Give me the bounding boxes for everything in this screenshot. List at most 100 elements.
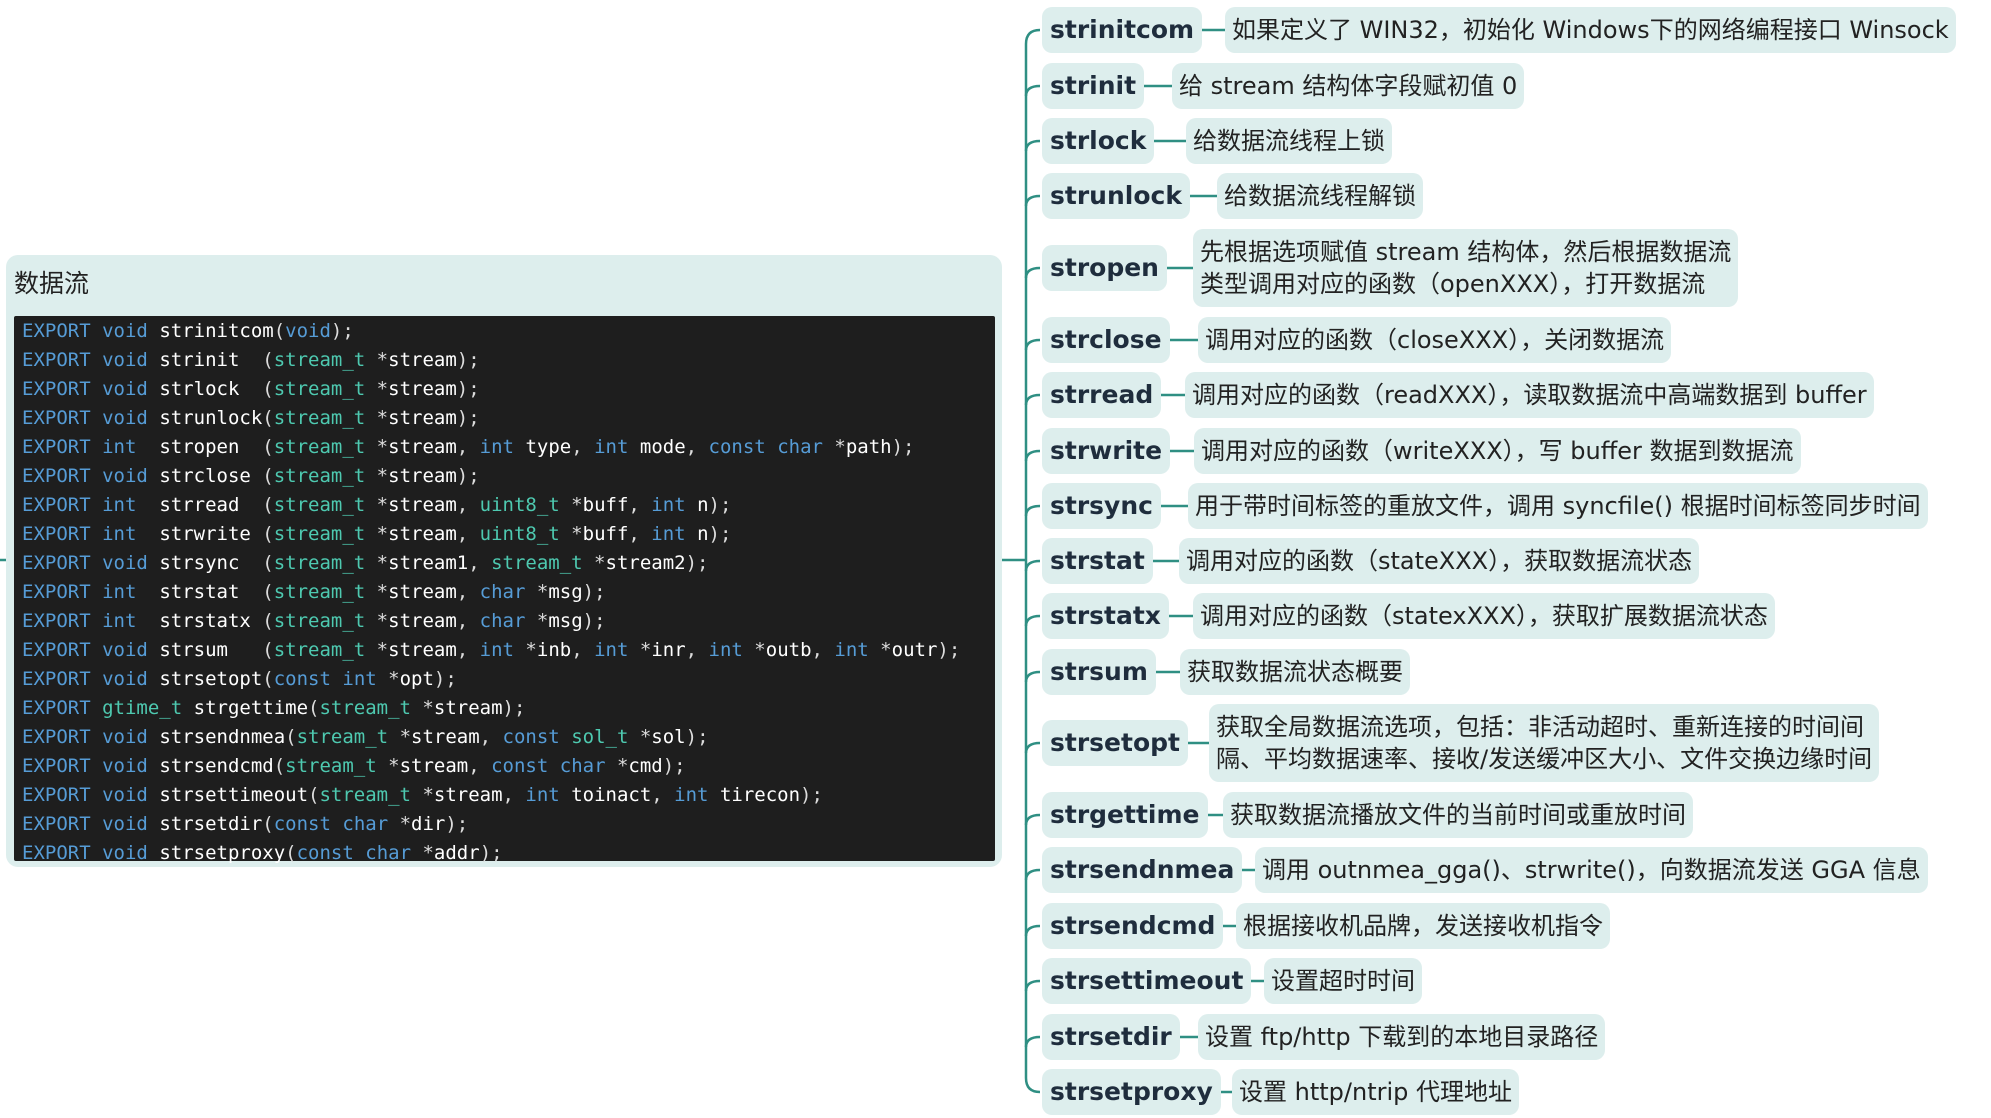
code-token: EXPORT [22,465,91,487]
code-line: EXPORT void strunlock(stream_t *stream); [22,404,480,433]
code-token: * [868,639,892,661]
code-token: stream [433,697,503,719]
code-token: uint8_t [479,523,560,545]
code-token: * [365,581,389,603]
desc-strsetproxy: 设置 http/ntrip 代理地址 [1232,1069,1519,1115]
branch-line [1024,979,1041,992]
code-token: ( [262,668,274,690]
code-token: int [102,523,148,545]
code-token: EXPORT [22,784,91,806]
code-token: void [102,755,148,777]
code-token: strsettimeout [159,784,309,806]
desc-strsum: 获取数据流状态概要 [1180,649,1410,695]
node-strsync: strsync [1042,483,1161,529]
branch-line [1024,670,1041,683]
node-strsetproxy: strsetproxy [1042,1069,1221,1115]
desc-strwrite: 调用对应的函数（writeXXX），写 buffer 数据到数据流 [1194,428,1801,474]
code-token: stream_t [273,639,366,661]
code-token: ); [800,784,823,806]
code-token: , [456,581,480,603]
code-token: ( [308,697,320,719]
code-token: * [411,842,434,864]
code-token: ( [262,639,274,661]
code-token: strgettime [193,697,309,719]
code-line: EXPORT int strwrite (stream_t *stream, u… [22,520,731,549]
code-token: * [525,581,549,603]
desc-line: 调用对应的函数（writeXXX），写 buffer 数据到数据流 [1201,437,1794,465]
code-token: int [594,436,629,458]
code-line: EXPORT void strsendnmea(stream_t *stream… [22,723,709,752]
code-line: EXPORT void strlock (stream_t *stream); [22,375,480,404]
branch-line [1024,1035,1041,1048]
code-token: strsync [159,552,263,574]
code-token: * [376,755,400,777]
code-token: ); [891,436,915,458]
branch-line [1024,449,1041,462]
code-token: stream_t [296,726,389,748]
code-token: * [365,378,389,400]
code-token: char [777,436,823,458]
code-token: int [102,581,148,603]
desc-strinit: 给 stream 结构体字段赋初值 0 [1172,63,1525,109]
code-token: const [273,813,331,835]
code-token: * [628,726,652,748]
code-token: stream [411,726,480,748]
code-token: ( [273,755,286,777]
code-token: , [468,755,492,777]
code-token: ); [479,842,503,864]
code-token: * [365,639,389,661]
node-strsendnmea: strsendnmea [1042,847,1243,893]
code-token: n [697,523,709,545]
code-token: int [708,639,743,661]
code-token: buff [582,523,629,545]
desc-stropen: 先根据选项赋值 stream 结构体，然后根据数据流 类型调用对应的函数（open… [1193,229,1739,307]
node-strinitcom: strinitcom [1042,7,1203,53]
code-token: int [594,639,629,661]
desc-strinitcom: 如果定义了 WIN32，初始化 Windows下的网络编程接口 Winsock [1225,7,1956,53]
code-token: , [628,494,652,516]
code-token: stream2 [605,552,686,574]
code-token: strread [159,494,263,516]
code-token: strsetopt [159,668,263,690]
code-token: ); [685,726,709,748]
code-token: stream_t [319,784,411,806]
code-token: stream_t [273,523,366,545]
code-token: * [365,552,389,574]
code-token: int [674,784,709,806]
branch-line [1024,741,1041,754]
code-token: , [456,436,480,458]
code-token: EXPORT [22,668,91,690]
code-token: strsendnmea [159,726,286,748]
desc-strsettimeout: 设置超时时间 [1264,958,1422,1004]
code-token: EXPORT [22,842,91,864]
code-token: EXPORT [22,726,91,748]
code-token: * [628,639,652,661]
code-token: const [273,668,331,690]
code-token: strstat [159,581,263,603]
code-token: stream [388,581,457,603]
code-token: strinit [159,349,263,371]
code-token: strsetdir [159,813,263,835]
code-token: EXPORT [22,552,91,574]
code-token: void [102,813,148,835]
code-token: strwrite [159,523,263,545]
node-strunlock: strunlock [1042,173,1190,219]
code-line: EXPORT void strsendcmd(stream_t *stream,… [22,752,686,781]
desc-strsetopt: 获取全局数据流选项，包括：非活动超时、重新连接的时间间 隔、平均数据速率、接收/发… [1209,704,1880,782]
code-token: ); [582,581,606,603]
branch-line [1024,194,1041,207]
node-strclose: strclose [1042,317,1170,363]
code-token: * [376,668,400,690]
branch-line [1024,338,1041,351]
desc-line: 根据接收机品牌，发送接收机指令 [1243,912,1603,940]
desc-strgettime: 获取数据流播放文件的当前时间或重放时间 [1223,792,1693,838]
